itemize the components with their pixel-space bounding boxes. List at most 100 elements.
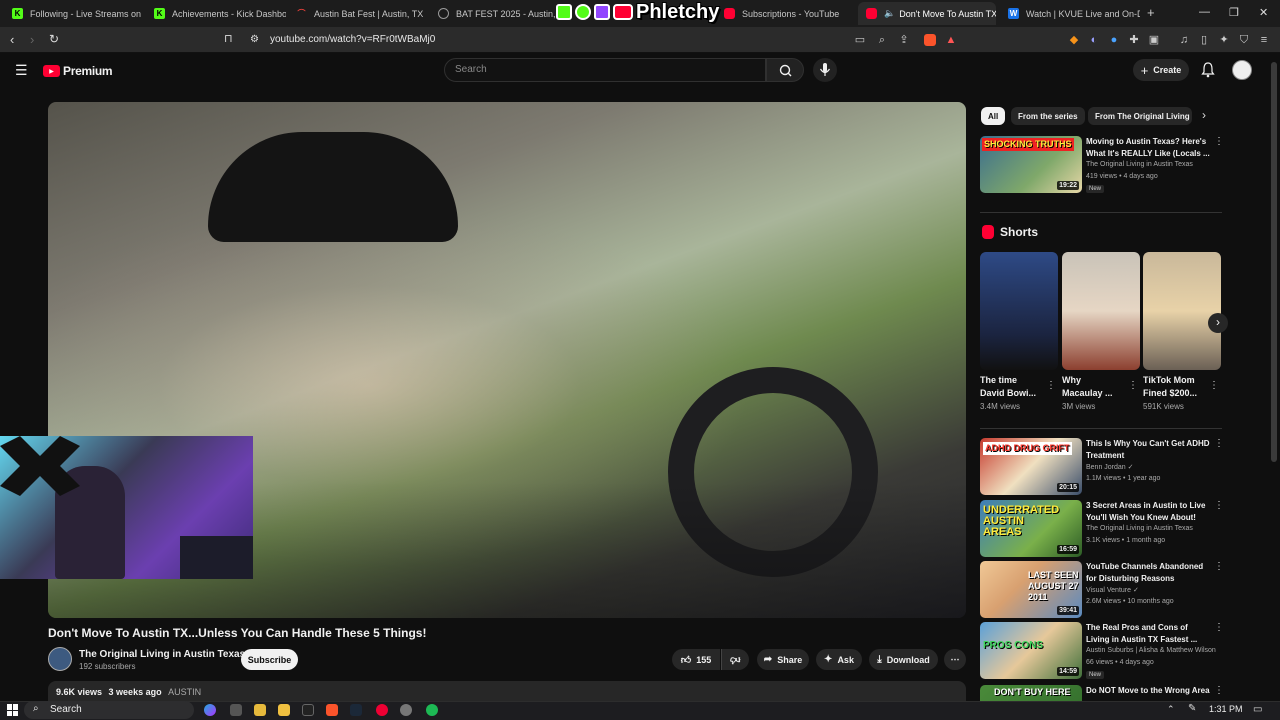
browser-tab[interactable]: K Achievements - Kick Dashboard (146, 2, 286, 25)
video-title[interactable]: Moving to Austin Texas? Here's What It's… (1086, 136, 1210, 160)
short-thumbnail[interactable] (1062, 252, 1140, 370)
sidebar-icon[interactable]: ▯ (1198, 34, 1210, 46)
more-vertical-icon[interactable]: ⋮ (1214, 438, 1224, 449)
video-thumbnail[interactable]: LAST SEEN AUGUST 27 2011 39:41 (980, 561, 1082, 618)
subscribe-button[interactable]: Subscribe (241, 649, 298, 670)
short-item[interactable]: TikTok Mom Fined $200... 591K views ⋮ (1143, 252, 1221, 411)
video-title[interactable]: YouTube Channels Abandoned for Disturbin… (1086, 561, 1210, 585)
video-title[interactable]: Do NOT Move to the Wrong Area (1086, 685, 1210, 697)
recommended-video[interactable]: DON'T BUY HERE Do NOT Move to the Wrong … (980, 685, 1220, 701)
ask-button[interactable]: ✦ Ask (816, 649, 862, 670)
zoom-icon[interactable]: ⌕ (876, 34, 888, 46)
minimize-icon[interactable]: — (1199, 6, 1210, 18)
short-title[interactable]: TikTok Mom Fined $200... (1143, 374, 1205, 400)
reload-icon[interactable]: ↻ (49, 32, 59, 46)
extension-fox-icon[interactable]: ◆ (1068, 34, 1080, 46)
file-explorer-icon[interactable] (254, 704, 266, 716)
more-actions-button[interactable]: ⋯ (944, 649, 966, 670)
copilot-icon[interactable] (204, 704, 216, 716)
extensions-puzzle-icon[interactable]: ✚ (1128, 34, 1140, 46)
channel-name[interactable]: The Original Living in Austin Texas (1086, 525, 1193, 532)
hashtag[interactable]: AUSTIN (168, 687, 201, 697)
recommended-video[interactable]: UNDERRATED AUSTIN AREAS 16:59 3 Secret A… (980, 500, 1224, 558)
terminal-icon[interactable] (302, 704, 314, 716)
taskbar-search[interactable]: ⌕ Search (24, 701, 194, 719)
app-icon[interactable] (376, 704, 388, 716)
more-vertical-icon[interactable]: ⋮ (1209, 380, 1219, 391)
url-field[interactable]: youtube.com/watch?v=RFr0tWBaMj0 (270, 34, 435, 45)
browser-tab[interactable]: ⌒ Austin Bat Fest | Austin, TX (288, 2, 428, 25)
channel-name[interactable]: Benn Jordan ✓ (1086, 463, 1134, 471)
channel-name[interactable]: The Original Living in Austin Texas (1086, 161, 1193, 168)
more-vertical-icon[interactable]: ⋮ (1214, 685, 1220, 696)
menu-icon[interactable]: ≡ (1258, 34, 1270, 46)
bookmark-icon[interactable]: ⊓ (224, 32, 233, 45)
restore-icon[interactable]: ❐ (1229, 6, 1239, 19)
chevron-right-icon[interactable]: › (1202, 108, 1206, 122)
short-title[interactable]: Why Macaulay ... (1062, 374, 1124, 400)
spotify-icon[interactable] (426, 704, 438, 716)
browser-tab[interactable]: BAT FEST 2025 - Austin, Texas (430, 2, 558, 25)
recommended-video[interactable]: ADHD DRUG GRIFT 20:15 This Is Why You Ca… (980, 438, 1224, 496)
task-view-icon[interactable] (230, 704, 242, 716)
short-item[interactable]: Why Macaulay ... 3M views ⋮ (1062, 252, 1140, 411)
dislike-button[interactable]: 👍︎ (721, 649, 749, 670)
brave-rewards-icon[interactable]: ▲ (945, 34, 957, 46)
more-vertical-icon[interactable]: ⋮ (1128, 380, 1138, 391)
brave-browser-icon[interactable] (326, 704, 338, 716)
share-icon[interactable]: ⇪ (898, 34, 910, 46)
description-box[interactable]: 9.6K views 3 weeks ago AUSTIN (48, 681, 966, 703)
browser-tab[interactable]: W Watch | KVUE Live and On-Demand (1000, 2, 1140, 25)
notification-center-icon[interactable]: ▭ (1253, 704, 1262, 715)
download-button[interactable]: ⤓ Download (869, 649, 938, 670)
like-button[interactable]: 👍︎ 155 (672, 649, 720, 670)
voice-search-button[interactable] (813, 58, 837, 82)
steam-icon[interactable] (350, 704, 362, 716)
browser-tab[interactable]: K Following - Live Streams on Kick (4, 2, 144, 25)
search-input[interactable]: Search (444, 58, 766, 82)
create-button[interactable]: + Create (1133, 59, 1189, 81)
channel-name[interactable]: The Original Living in Austin Texas (79, 649, 245, 660)
tab-search-icon[interactable]: ▣ (1148, 34, 1160, 46)
more-vertical-icon[interactable]: ⋮ (1214, 500, 1224, 511)
video-thumbnail[interactable]: ADHD DRUG GRIFT 20:15 (980, 438, 1082, 495)
video-title[interactable]: This Is Why You Can't Get ADHD Treatment (1086, 438, 1210, 462)
account-avatar[interactable] (1232, 60, 1252, 80)
channel-avatar[interactable] (48, 647, 72, 671)
channel-name[interactable]: Visual Venture ✓ (1086, 586, 1139, 594)
hamburger-menu-icon[interactable]: ☰ (15, 62, 28, 79)
shorts-next-button[interactable]: › (1208, 313, 1228, 333)
short-title[interactable]: The time David Bowi... (980, 374, 1042, 400)
extension-icon[interactable]: ● (1108, 34, 1120, 46)
cast-icon[interactable]: ▭ (854, 34, 866, 46)
youtube-premium-logo[interactable]: ▶ Premium (43, 64, 113, 78)
short-thumbnail[interactable] (980, 252, 1058, 370)
browser-tab-active[interactable]: 🔈 Don't Move To Austin TX ✕ (858, 2, 996, 25)
tray-chevron-icon[interactable]: ⌃ (1167, 704, 1175, 715)
more-vertical-icon[interactable]: ⋮ (1046, 380, 1056, 391)
short-item[interactable]: The time David Bowi... 3.4M views ⋮ (980, 252, 1058, 411)
recommended-video[interactable]: LAST SEEN AUGUST 27 2011 39:41 YouTube C… (980, 561, 1224, 619)
leo-ai-icon[interactable]: ✦ (1218, 34, 1230, 46)
windows-start-icon[interactable] (7, 704, 19, 716)
chip-from-series[interactable]: From the series (1011, 107, 1085, 125)
search-button[interactable] (766, 58, 804, 82)
video-title[interactable]: The Real Pros and Cons of Living in Aust… (1086, 622, 1210, 646)
more-vertical-icon[interactable]: ⋮ (1214, 561, 1224, 572)
app-icon[interactable] (400, 704, 412, 716)
video-thumbnail[interactable]: UNDERRATED AUSTIN AREAS 16:59 (980, 500, 1082, 557)
new-tab-icon[interactable]: + (1147, 5, 1155, 20)
chip-from-channel[interactable]: From The Original Living (1088, 107, 1192, 125)
extension-icon[interactable]: ◐ (1088, 34, 1100, 46)
music-icon[interactable]: ♫ (1178, 34, 1190, 46)
recommended-video[interactable]: PROS CONS 14:59 The Real Pros and Cons o… (980, 622, 1224, 680)
page-scrollbar[interactable] (1271, 62, 1277, 462)
brave-shield-icon[interactable] (924, 34, 936, 46)
video-title[interactable]: 3 Secret Areas in Austin to Live You'll … (1086, 500, 1210, 524)
forward-icon[interactable]: › (30, 32, 34, 47)
back-icon[interactable]: ‹ (10, 32, 14, 47)
close-window-icon[interactable]: ✕ (1259, 6, 1268, 19)
short-thumbnail[interactable] (1143, 252, 1221, 370)
more-vertical-icon[interactable]: ⋮ (1214, 622, 1224, 633)
channel-name[interactable]: Austin Suburbs | Alisha & Matthew Wilson (1086, 647, 1216, 654)
